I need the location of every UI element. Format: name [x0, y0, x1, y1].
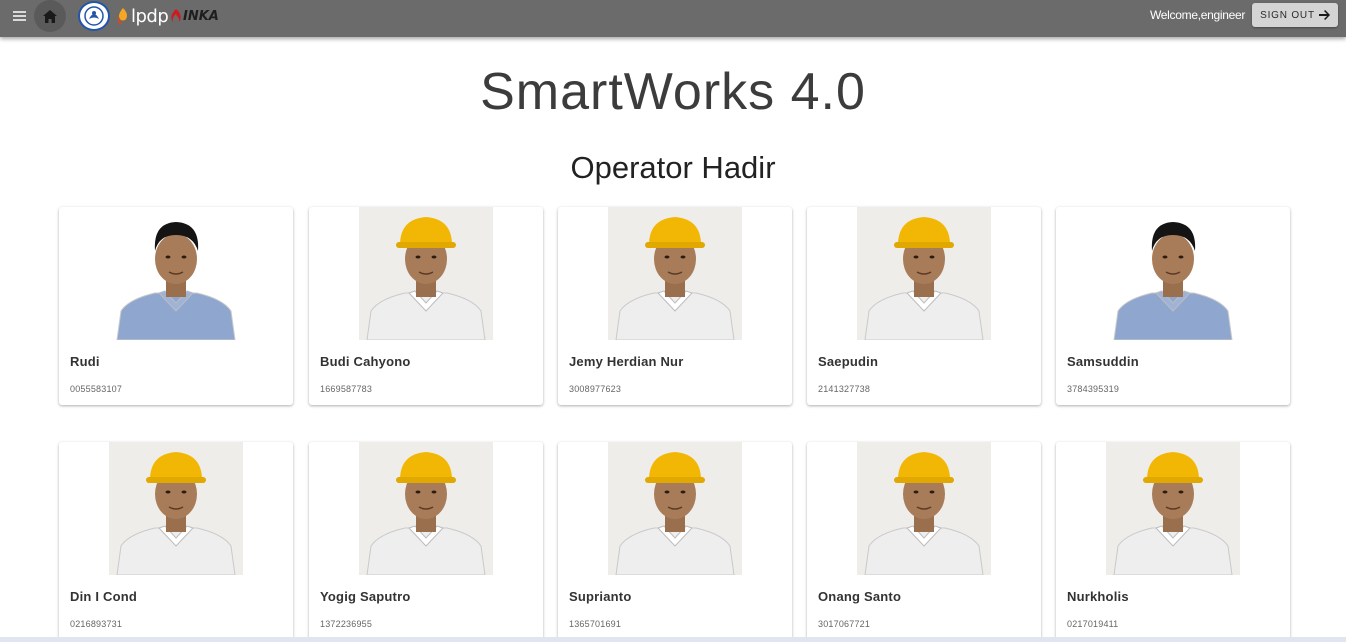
- operator-id: 2141327738: [818, 384, 871, 394]
- sign-out-label: SIGN OUT: [1260, 9, 1315, 21]
- inka-logo-text: INKA: [183, 8, 219, 24]
- institution-seal-logo: [78, 1, 110, 31]
- inka-logo: INKA: [170, 6, 219, 26]
- operator-id: 1372236955: [320, 619, 373, 629]
- operator-card[interactable]: Yogig Saputro 1372236955: [309, 442, 543, 640]
- top-app-bar: lpdp INKA Welcome,engineer SIGN OUT: [0, 0, 1346, 37]
- operator-photo: [857, 207, 991, 340]
- operator-photo: [109, 207, 243, 340]
- operator-card[interactable]: Suprianto 1365701691: [558, 442, 792, 640]
- operator-id: 0217019411: [1067, 619, 1119, 629]
- operator-photo: [109, 442, 243, 575]
- operator-id: 3008977623: [569, 384, 622, 394]
- lpdp-logo-text: lpdp: [131, 5, 169, 27]
- operator-name: Budi Cahyono: [320, 354, 411, 369]
- operator-card[interactable]: Nurkholis 0217019411: [1056, 442, 1290, 640]
- menu-button[interactable]: [6, 3, 32, 29]
- operator-id: 3017067721: [818, 619, 871, 629]
- bottom-edge: [0, 637, 1346, 642]
- section-title: Operator Hadir: [570, 150, 776, 185]
- operator-name: Suprianto: [569, 589, 632, 604]
- home-icon: [43, 9, 57, 23]
- operator-name: Din I Cond: [70, 589, 137, 604]
- operator-name: Yogig Saputro: [320, 589, 411, 604]
- operator-card[interactable]: Din I Cond 0216893731: [59, 442, 293, 640]
- home-button[interactable]: [34, 0, 66, 32]
- operator-id: 3784395319: [1067, 384, 1120, 394]
- operator-card[interactable]: Onang Santo 3017067721: [807, 442, 1041, 640]
- hamburger-icon: [12, 15, 26, 17]
- operator-name: Rudi: [70, 354, 100, 369]
- operator-card[interactable]: Samsuddin 3784395319: [1056, 207, 1290, 405]
- operator-photo: [1106, 207, 1240, 340]
- app-title: SmartWorks 4.0: [480, 63, 866, 121]
- operator-name: Jemy Herdian Nur: [569, 354, 684, 369]
- lpdp-logo: lpdp: [116, 5, 169, 27]
- operator-card[interactable]: Rudi 0055583107: [59, 207, 293, 405]
- operator-photo: [359, 442, 493, 575]
- operator-name: Saepudin: [818, 354, 879, 369]
- operator-id: 1365701691: [569, 619, 622, 629]
- operator-photo: [608, 207, 742, 340]
- operator-photo: [359, 207, 493, 340]
- operator-card[interactable]: Budi Cahyono 1669587783: [309, 207, 543, 405]
- operator-photo: [857, 442, 991, 575]
- operator-photo: [608, 442, 742, 575]
- operator-name: Samsuddin: [1067, 354, 1139, 369]
- operator-photo: [1106, 442, 1240, 575]
- operator-card[interactable]: Jemy Herdian Nur 3008977623: [558, 207, 792, 405]
- operator-id: 0055583107: [70, 384, 123, 394]
- arrow-right-icon: [1318, 10, 1330, 20]
- operator-name: Onang Santo: [818, 589, 902, 604]
- sign-out-button[interactable]: SIGN OUT: [1252, 3, 1338, 27]
- operator-id: 0216893731: [70, 619, 123, 629]
- operator-card[interactable]: Saepudin 2141327738: [807, 207, 1041, 405]
- operator-name: Nurkholis: [1067, 589, 1129, 604]
- operator-id: 1669587783: [320, 384, 373, 394]
- welcome-text: Welcome,engineer: [1150, 8, 1246, 22]
